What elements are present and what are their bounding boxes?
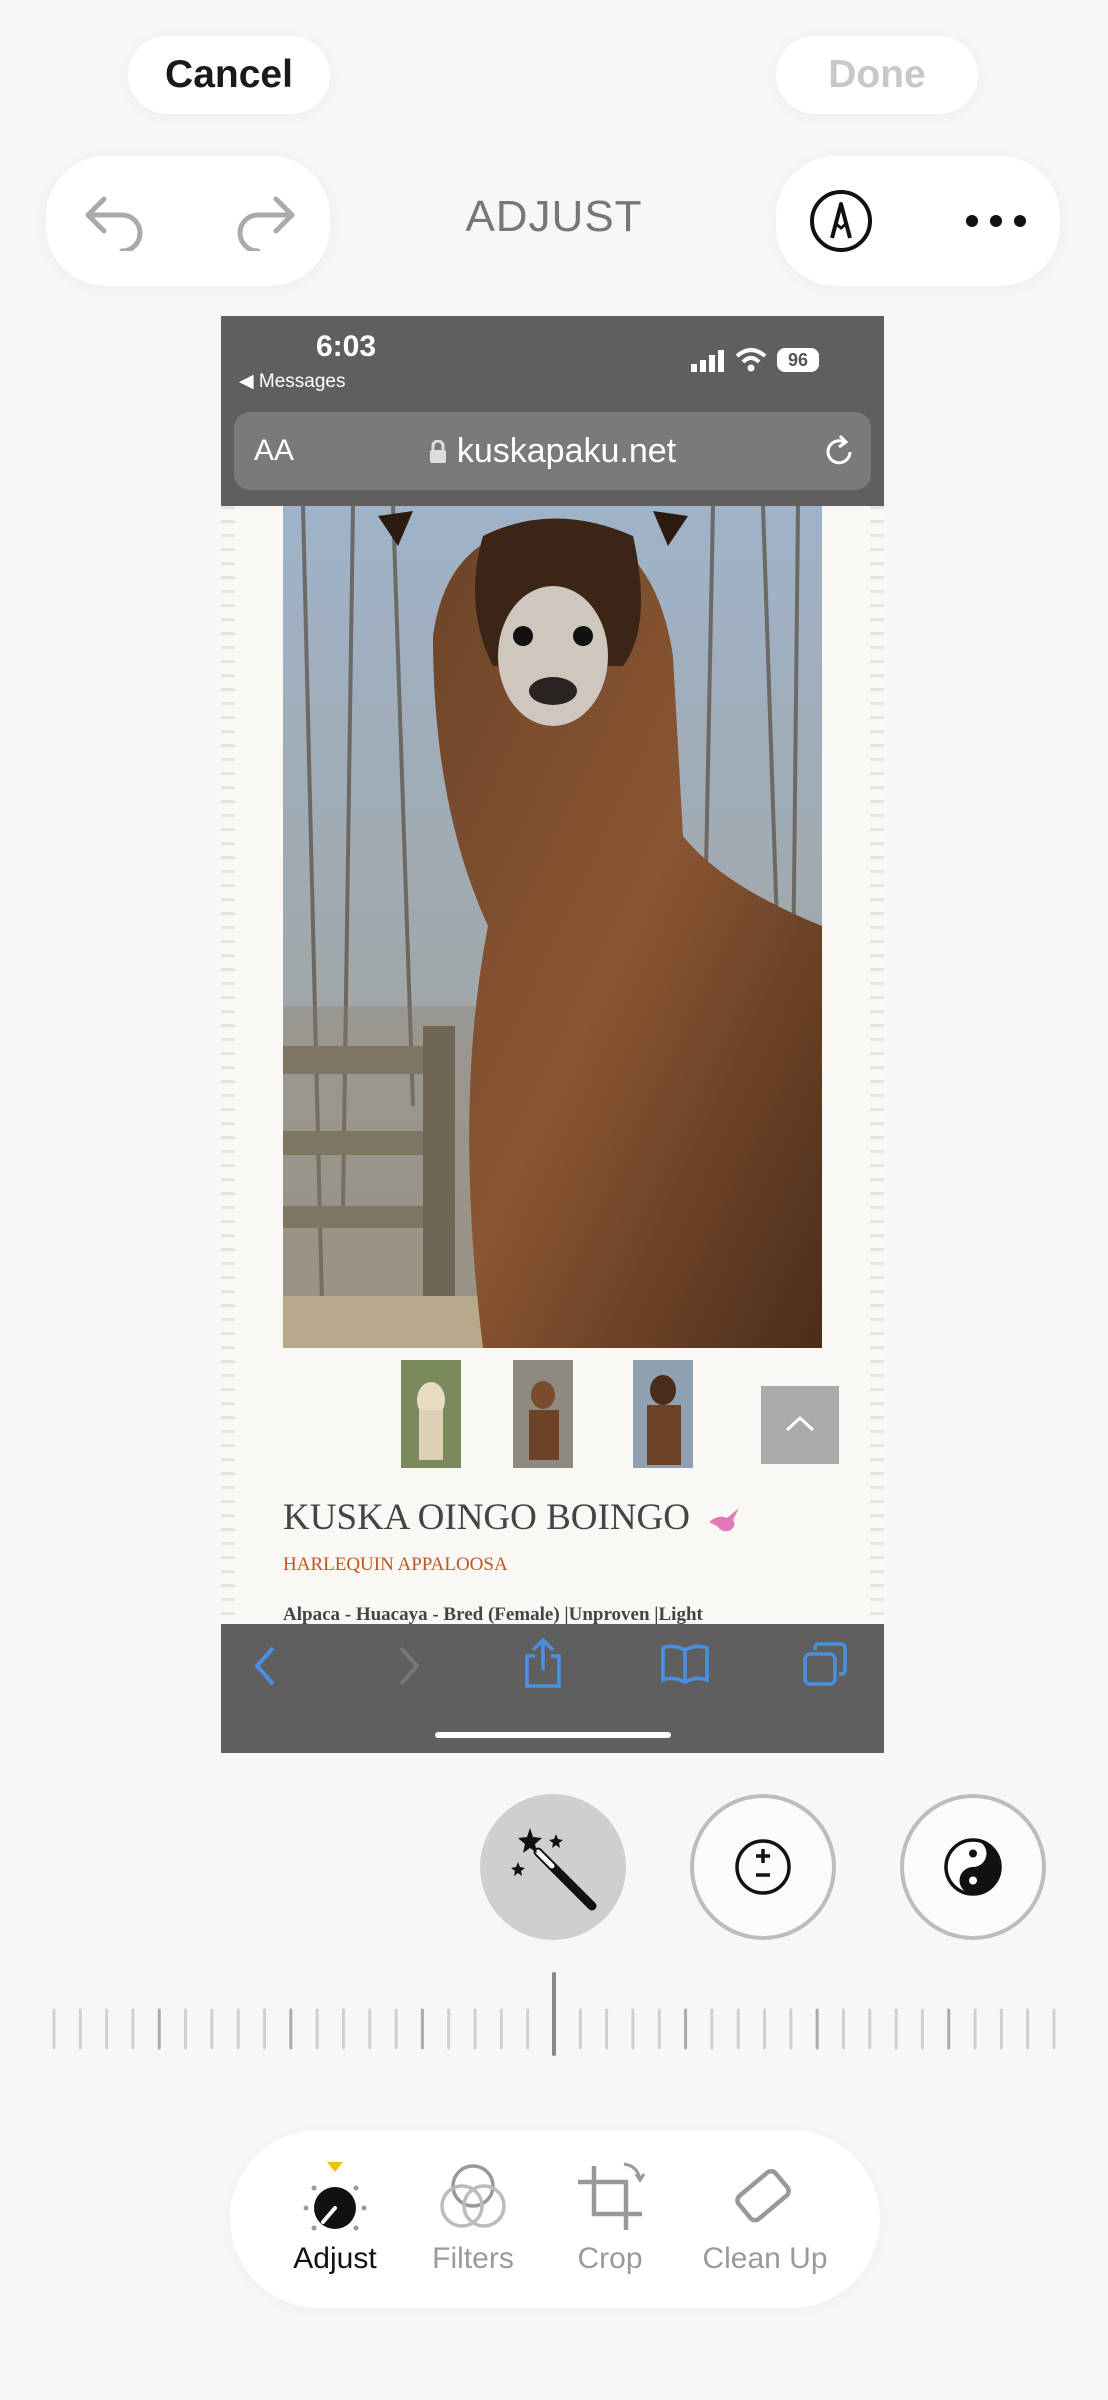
more-icon[interactable] — [956, 186, 1036, 256]
tab-filters-label: Filters — [432, 2242, 514, 2275]
tab-clean-up[interactable]: Clean Up — [690, 2130, 840, 2308]
edited-photo[interactable]: 6:03 ◀ Messages 96 AA kuskapaku.net KUSK… — [221, 316, 884, 1753]
url-label: kuskapaku.net — [456, 432, 677, 470]
thumbnail-3 — [633, 1360, 693, 1468]
thumbnail-2 — [513, 1360, 573, 1468]
done-button[interactable]: Done — [776, 36, 978, 114]
alpaca-photo — [283, 506, 822, 1348]
alpaca-subtitle: HARLEQUIN APPALOOSA — [283, 1554, 508, 1575]
wifi-icon — [735, 348, 767, 372]
web-page: KUSKA OINGO BOINGO HARLEQUIN APPALOOSA A… — [221, 506, 884, 1625]
exposure-button[interactable] — [690, 1794, 836, 1940]
alpaca-name: KUSKA OINGO BOINGO — [283, 1496, 741, 1539]
tab-adjust-label: Adjust — [293, 2242, 377, 2275]
thumbnail-1 — [401, 1360, 461, 1468]
lock-icon — [429, 434, 447, 473]
adjust-dial-icon — [303, 2162, 367, 2231]
tabs-icon — [803, 1642, 847, 1686]
share-icon — [525, 1638, 561, 1688]
hummingbird-icon — [709, 1507, 740, 1531]
tab-filters[interactable]: Filters — [398, 2130, 548, 2308]
exposure-icon — [735, 1839, 791, 1895]
brilliance-icon — [944, 1838, 1002, 1896]
scroll-to-top-button — [761, 1386, 839, 1464]
edit-tab-bar: Adjust Filters Crop Clean Up — [230, 2130, 880, 2308]
tab-crop-label: Crop — [577, 2242, 643, 2275]
filters-icon — [440, 2164, 506, 2228]
chevron-up-icon — [785, 1415, 815, 1432]
safari-address-bar: AA kuskapaku.net — [234, 412, 871, 490]
home-indicator — [435, 1732, 671, 1738]
adjustment-slider[interactable] — [46, 1972, 1062, 2062]
cancel-button[interactable]: Cancel — [128, 36, 330, 114]
status-time: 6:03 — [316, 330, 377, 363]
battery-icon: 96 — [777, 348, 819, 372]
forward-icon — [399, 1646, 420, 1686]
safari-toolbar — [221, 1624, 884, 1753]
markup-icon[interactable] — [806, 186, 876, 256]
signal-icon — [691, 350, 724, 372]
crop-icon — [578, 2162, 646, 2230]
tab-clean-up-label: Clean Up — [702, 2242, 828, 2275]
reload-icon — [826, 434, 852, 465]
brilliance-button[interactable] — [900, 1794, 1046, 1940]
bookmarks-icon — [661, 1644, 709, 1684]
magic-wand-icon — [511, 1828, 597, 1911]
tab-crop[interactable]: Crop — [535, 2130, 685, 2308]
phone-status-bar: 6:03 ◀ Messages 96 AA kuskapaku.net — [221, 316, 884, 506]
tab-adjust[interactable]: Adjust — [260, 2130, 410, 2308]
back-icon — [254, 1646, 275, 1686]
markup-more-group — [776, 156, 1060, 286]
alpaca-name-text: KUSKA OINGO BOINGO — [283, 1497, 690, 1538]
url-text: kuskapaku.net — [234, 432, 871, 473]
back-to-messages: ◀ Messages — [239, 371, 346, 392]
alpaca-description: Alpaca - Huacaya - Bred (Female) |Unprov… — [283, 1604, 703, 1625]
auto-enhance-button[interactable] — [480, 1794, 626, 1940]
eraser-icon — [735, 2168, 791, 2223]
